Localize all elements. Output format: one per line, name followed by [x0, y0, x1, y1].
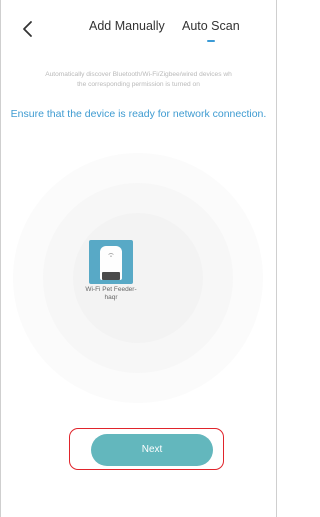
app-screen: Add Manually Auto Scan Automatically dis… [0, 0, 277, 517]
feeder-bowl [102, 272, 120, 280]
header-bar: Add Manually Auto Scan [0, 0, 277, 52]
pet-feeder-device-icon [89, 240, 133, 284]
scan-description-line-2: the corresponding permission is turned o… [77, 81, 200, 88]
scan-description: Automatically discover Bluetooth/Wi-Fi/Z… [0, 70, 277, 90]
next-button[interactable]: Next [91, 434, 213, 466]
chevron-left-icon [23, 21, 32, 37]
wifi-icon [108, 253, 114, 257]
ensure-ready-message: Ensure that the device is ready for netw… [10, 108, 267, 120]
tab-selected-indicator [207, 40, 215, 42]
discovered-device[interactable]: Wi-Fi Pet Feeder-haqr [79, 240, 143, 302]
back-button[interactable] [18, 17, 38, 41]
scan-description-line-1: Automatically discover Bluetooth/Wi-Fi/Z… [45, 71, 232, 78]
device-name-label: Wi-Fi Pet Feeder-haqr [85, 286, 137, 301]
tab-add-manually[interactable]: Add Manually [89, 19, 165, 33]
tab-auto-scan[interactable]: Auto Scan [182, 19, 240, 33]
